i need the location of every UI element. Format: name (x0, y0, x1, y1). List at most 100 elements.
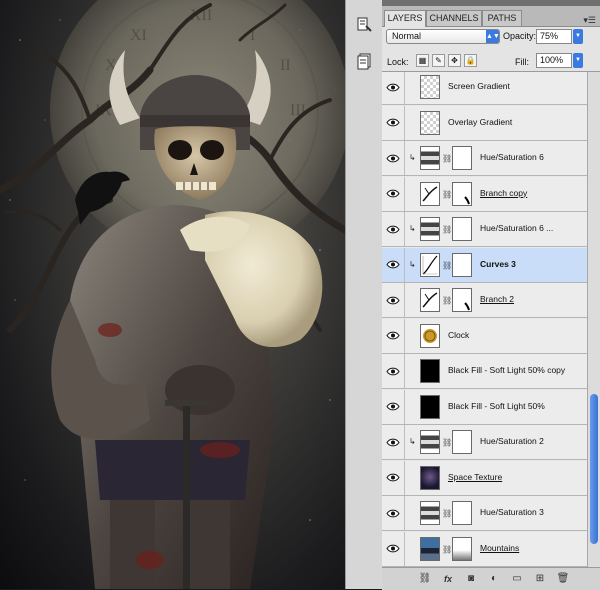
panel-menu-icon[interactable]: ▾☰ (583, 15, 596, 26)
new-group-icon[interactable]: ▭ (510, 572, 524, 586)
visibility-eye-icon[interactable] (382, 72, 405, 104)
tab-layers[interactable]: LAYERS (384, 10, 426, 27)
layer-thumbnail (420, 75, 440, 99)
lock-label: Lock: (387, 57, 409, 67)
document-canvas[interactable]: XIIIII VIIX III XIX (0, 0, 345, 589)
layer-thumbnail (420, 465, 440, 490)
layer-thumbnail (420, 110, 440, 135)
layer-thumbnail (420, 394, 440, 419)
chain-link-icon[interactable]: ⛓ (442, 438, 452, 447)
visibility-eye-icon[interactable] (382, 318, 405, 353)
layer-row[interactable]: ⛓ Branch 2 (382, 283, 587, 318)
panel-dock-strip (345, 0, 384, 589)
layers-list[interactable]: Screen Gradient Overlay Gradient ↳ ⛓ Hue/Sat… (382, 72, 587, 567)
layer-thumbnail (420, 501, 440, 525)
layer-name: Black Fill - Soft Light 50% (448, 400, 545, 411)
layer-row[interactable]: ⛓ Hue/Saturation 3 (382, 496, 587, 531)
trash-icon[interactable]: 🗑 (556, 572, 570, 586)
chain-link-icon[interactable]: ⛓ (442, 154, 452, 163)
layer-name: Hue/Saturation 2 (480, 436, 544, 446)
layer-thumbnail (420, 146, 440, 170)
layer-thumbnail (420, 181, 440, 206)
layer-name: Mountains (480, 542, 520, 553)
link-layers-icon[interactable]: ⛓ (418, 572, 432, 586)
visibility-eye-icon[interactable] (382, 354, 405, 388)
layer-name: Overlay Gradient (448, 116, 513, 127)
layer-name: Clock (448, 329, 470, 340)
chain-link-icon[interactable]: ⛓ (442, 545, 452, 554)
artwork: XIIIII VIIX III XIX (0, 0, 345, 589)
layer-mask-thumbnail[interactable] (452, 501, 472, 525)
layers-scrollbar[interactable] (587, 72, 600, 567)
opacity-dropdown-icon[interactable]: ▼ (573, 29, 583, 44)
layers-panel: LAYERS CHANNELS PATHS ▾☰ Normal ▲▼ Opaci… (382, 0, 600, 590)
chain-link-icon[interactable]: ⛓ (442, 509, 452, 518)
lock-transparency-icon[interactable]: ▦ (416, 54, 429, 67)
lock-all-icon[interactable]: 🔒 (464, 54, 477, 67)
layer-row[interactable]: Screen Gradient (382, 72, 587, 105)
layer-thumbnail (420, 536, 440, 561)
layer-name: Black Fill - Soft Light 50% copy (448, 365, 566, 375)
fill-field[interactable]: 100% (536, 53, 572, 68)
opacity-field[interactable]: 75% (536, 29, 572, 44)
layer-row[interactable]: ⛓ Mountains (382, 531, 587, 567)
layer-row[interactable]: Overlay Gradient (382, 105, 587, 141)
visibility-eye-icon[interactable] (382, 531, 405, 566)
layer-name: Hue/Saturation 6 (480, 152, 544, 162)
layer-mask-thumbnail[interactable] (452, 217, 472, 241)
visibility-eye-icon[interactable] (382, 389, 405, 424)
svg-text:II: II (280, 57, 291, 74)
visibility-eye-icon[interactable] (382, 176, 405, 211)
history-icon[interactable] (352, 14, 376, 36)
chain-link-icon[interactable]: ⛓ (442, 225, 452, 234)
layer-thumbnail (420, 430, 440, 454)
tab-channels[interactable]: CHANNELS (426, 10, 482, 26)
visibility-eye-icon[interactable] (382, 283, 405, 317)
visibility-eye-icon[interactable] (382, 141, 405, 175)
visibility-eye-icon[interactable] (382, 247, 405, 282)
chevron-updown-icon: ▲▼ (486, 30, 500, 43)
layer-row[interactable]: ↳ ⛓ Hue/Saturation 6 (382, 141, 587, 176)
visibility-eye-icon[interactable] (382, 425, 405, 459)
layer-mask-thumbnail[interactable] (452, 181, 472, 206)
svg-text:XI: XI (130, 27, 147, 44)
layer-row[interactable]: ↳ ⛓ Hue/Saturation 6 ... (382, 212, 587, 247)
adjustment-layer-icon[interactable]: ◐ (487, 572, 501, 586)
fx-icon[interactable]: fx (441, 572, 455, 586)
opacity-label: Opacity: (503, 31, 537, 41)
visibility-eye-icon[interactable] (382, 460, 405, 495)
layer-mask-thumbnail[interactable] (452, 536, 472, 561)
layer-row[interactable]: Space Texture (382, 460, 587, 496)
add-mask-icon[interactable]: ◙ (464, 572, 478, 586)
layers-bottom-toolbar: ⛓ fx ◙ ◐ ▭ ⊞ 🗑 (382, 567, 600, 590)
clipping-arrow-icon: ↳ (409, 437, 416, 446)
layer-row[interactable]: Black Fill - Soft Light 50% copy (382, 354, 587, 389)
blend-mode-value: Normal (392, 31, 422, 41)
visibility-eye-icon[interactable] (382, 496, 405, 530)
tab-paths[interactable]: PATHS (482, 10, 522, 26)
layer-thumbnail (420, 323, 440, 348)
layer-row[interactable]: ↳ ⛓ Curves 3 (382, 247, 587, 283)
lock-position-icon[interactable]: ✥ (448, 54, 461, 67)
layer-mask-thumbnail[interactable] (452, 146, 472, 170)
chain-link-icon[interactable]: ⛓ (442, 190, 452, 199)
fill-label: Fill: (515, 57, 529, 67)
layer-row[interactable]: Black Fill - Soft Light 50% (382, 389, 587, 425)
layer-row[interactable]: ⛓ Branch copy (382, 176, 587, 212)
new-layer-icon[interactable]: ⊞ (533, 572, 547, 586)
layer-name: Screen Gradient (448, 81, 510, 91)
layer-mask-thumbnail[interactable] (452, 430, 472, 454)
visibility-eye-icon[interactable] (382, 105, 405, 140)
layer-mask-thumbnail[interactable] (452, 288, 472, 312)
chain-link-icon[interactable]: ⛓ (442, 296, 452, 305)
layer-row[interactable]: ↳ ⛓ Hue/Saturation 2 (382, 425, 587, 460)
fill-dropdown-icon[interactable]: ▼ (573, 53, 583, 68)
visibility-eye-icon[interactable] (382, 212, 405, 246)
layer-row[interactable]: Clock (382, 318, 587, 354)
blend-mode-select[interactable]: Normal ▲▼ (386, 29, 500, 44)
scroll-thumb[interactable] (590, 394, 598, 544)
layer-mask-thumbnail[interactable] (452, 252, 472, 277)
chain-link-icon[interactable]: ⛓ (442, 261, 452, 270)
actions-icon[interactable] (352, 50, 376, 72)
lock-image-icon[interactable]: ✎ (432, 54, 445, 67)
